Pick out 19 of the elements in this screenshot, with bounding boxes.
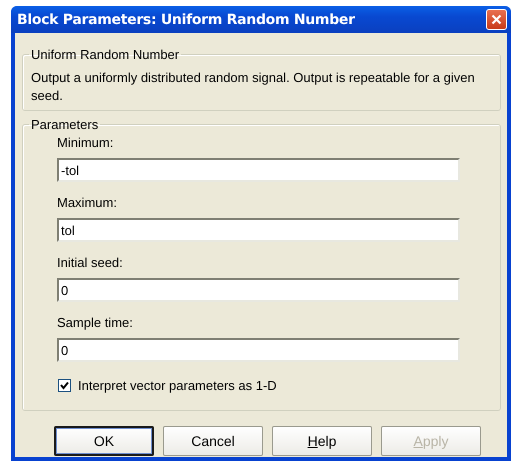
input-field[interactable]: 0 [57,278,460,302]
description-text: Output a uniformly distributed random signal. Output is repeatable for a given seed. [30,69,476,105]
field-label: Minimum: [57,134,114,152]
close-button[interactable] [486,9,507,30]
dialog-button[interactable]: Cancel [163,426,263,456]
field-label: Initial seed: [57,254,123,272]
field-label: Maximum: [57,194,117,212]
group-title: Uniform Random Number [30,47,180,62]
close-icon [491,14,502,25]
input-field[interactable]: 0 [57,338,460,362]
field-label: Sample time: [57,314,133,332]
window-title: Block Parameters: Uniform Random Number [17,12,355,28]
checkbox[interactable] [58,379,71,392]
group-title: Parameters [30,117,100,132]
dialog-button[interactable]: OK [54,426,154,456]
checkbox-label: Interpret vector parameters as 1-D [78,378,277,393]
input-field[interactable]: -tol [57,158,460,182]
dialog-button[interactable]: Help [272,426,372,456]
input-field[interactable]: tol [57,218,460,242]
